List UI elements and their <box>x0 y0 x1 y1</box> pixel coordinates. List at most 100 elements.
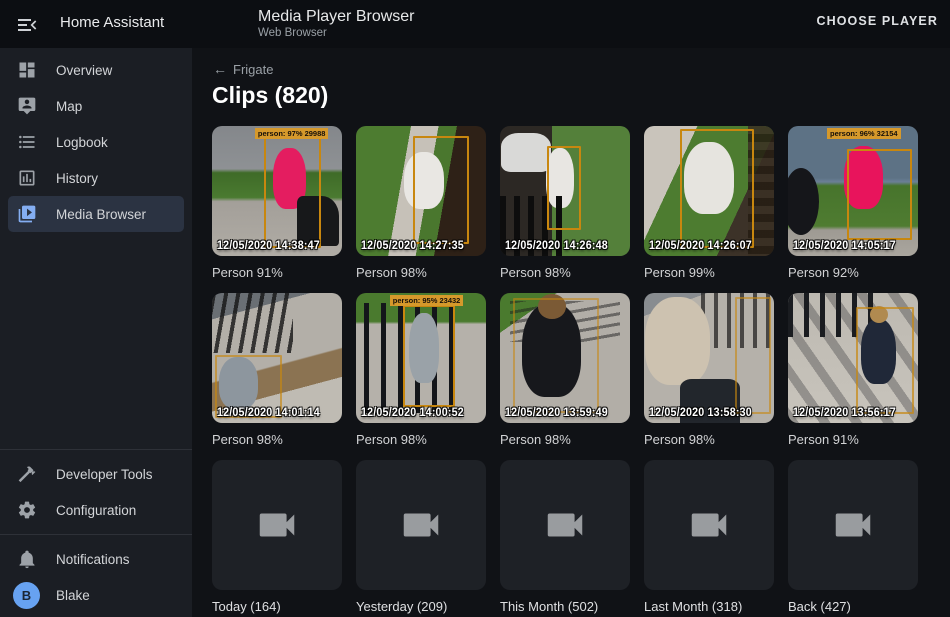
video-icon <box>830 502 876 548</box>
clip-thumbnail[interactable]: person: 96% 32154 12/05/2020 14:05:17 <box>788 126 918 256</box>
clip-timestamp: 12/05/2020 13:56:17 <box>793 407 896 419</box>
clip-thumbnail[interactable]: 12/05/2020 13:56:17 <box>788 293 918 423</box>
avatar: B <box>13 582 40 609</box>
clip-label: Person 99% <box>644 265 774 280</box>
sidebar: Overview Map Logbook History Media Brows… <box>0 48 192 617</box>
choose-player-button[interactable]: CHOOSE PLAYER <box>816 14 938 28</box>
clip-label: Person 98% <box>500 265 630 280</box>
bell-icon <box>17 549 37 569</box>
clip-card[interactable]: person: 96% 32154 12/05/2020 14:05:17 Pe… <box>788 126 918 280</box>
sidebar-item-label: Logbook <box>56 135 108 150</box>
clip-timestamp: 12/05/2020 13:59:49 <box>505 407 608 419</box>
folder-card-this-month[interactable]: This Month (502) <box>500 460 630 614</box>
clip-card[interactable]: 12/05/2020 13:59:49 Person 98% <box>500 293 630 447</box>
clip-card[interactable]: 12/05/2020 14:26:07 Person 99% <box>644 126 774 280</box>
clip-thumbnail[interactable]: person: 97% 29988 12/05/2020 14:38:47 <box>212 126 342 256</box>
person-figure <box>645 297 710 385</box>
clip-timestamp: 12/05/2020 14:26:48 <box>505 240 608 252</box>
clip-card[interactable]: 12/05/2020 14:01:14 Person 98% <box>212 293 342 447</box>
clip-thumbnail[interactable]: 12/05/2020 14:27:35 <box>356 126 486 256</box>
clip-thumbnail[interactable]: 12/05/2020 14:26:07 <box>644 126 774 256</box>
folder-thumbnail[interactable] <box>644 460 774 590</box>
list-bulleted-icon <box>17 132 37 152</box>
sidebar-item-label: Configuration <box>56 503 136 518</box>
breadcrumb-back[interactable]: ← Frigate <box>213 61 273 77</box>
clip-card[interactable]: 12/05/2020 14:26:48 Person 98% <box>500 126 630 280</box>
play-box-multiple-icon <box>17 204 37 224</box>
page-header-subtitle: Web Browser <box>258 26 415 40</box>
detection-bbox <box>403 305 455 408</box>
folder-thumbnail[interactable] <box>788 460 918 590</box>
folder-label: Yesterday (209) <box>356 599 486 614</box>
clip-label: Person 98% <box>356 265 486 280</box>
view-dashboard-icon <box>17 60 37 80</box>
sidebar-item-notifications[interactable]: Notifications <box>8 541 184 577</box>
sidebar-item-developer-tools[interactable]: Developer Tools <box>8 456 184 492</box>
account-tooltip-icon <box>17 96 37 116</box>
sidebar-item-label: Developer Tools <box>56 467 153 482</box>
folder-label: Back (427) <box>788 599 918 614</box>
clip-label: Person 91% <box>788 432 918 447</box>
clip-timestamp: 12/05/2020 13:58:30 <box>649 407 752 419</box>
menu-open-icon[interactable] <box>15 13 39 37</box>
clip-card[interactable]: 12/05/2020 13:58:30 Person 98% <box>644 293 774 447</box>
folder-thumbnail[interactable] <box>212 460 342 590</box>
folder-card-last-month[interactable]: Last Month (318) <box>644 460 774 614</box>
detection-bbox <box>856 307 915 414</box>
sidebar-item-history[interactable]: History <box>8 160 184 196</box>
sidebar-item-logbook[interactable]: Logbook <box>8 124 184 160</box>
clip-thumbnail[interactable]: 12/05/2020 13:59:49 <box>500 293 630 423</box>
folder-thumbnail[interactable] <box>500 460 630 590</box>
sidebar-item-profile[interactable]: B Blake <box>8 577 184 613</box>
app-title: Home Assistant <box>60 14 164 31</box>
clip-timestamp: 12/05/2020 14:27:35 <box>361 240 464 252</box>
chart-box-icon <box>17 168 37 188</box>
folder-card-back[interactable]: Back (427) <box>788 460 918 614</box>
clip-timestamp: 12/05/2020 14:01:14 <box>217 407 320 419</box>
detection-bbox <box>847 149 912 240</box>
back-arrow-icon: ← <box>213 61 227 77</box>
sidebar-item-label: Notifications <box>56 552 130 567</box>
video-icon <box>542 502 588 548</box>
video-icon <box>686 502 732 548</box>
clip-thumbnail[interactable]: 12/05/2020 13:58:30 <box>644 293 774 423</box>
page-header-title: Media Player Browser <box>258 7 415 26</box>
folder-label: Last Month (318) <box>644 599 774 614</box>
clip-label: Person 92% <box>788 265 918 280</box>
folder-card-yesterday[interactable]: Yesterday (209) <box>356 460 486 614</box>
clip-label: Person 98% <box>356 432 486 447</box>
clip-label: Person 91% <box>212 265 342 280</box>
clip-timestamp: 12/05/2020 14:26:07 <box>649 240 752 252</box>
clip-label: Person 98% <box>212 432 342 447</box>
clip-card[interactable]: person: 97% 29988 12/05/2020 14:38:47 Pe… <box>212 126 342 280</box>
detection-tag: person: 97% 29988 <box>255 128 329 139</box>
clip-card[interactable]: person: 95% 23432 12/05/2020 14:00:52 Pe… <box>356 293 486 447</box>
detection-bbox <box>735 297 771 414</box>
clip-card[interactable]: 12/05/2020 14:27:35 Person 98% <box>356 126 486 280</box>
clip-thumbnail[interactable]: 12/05/2020 14:26:48 <box>500 126 630 256</box>
breadcrumb-label: Frigate <box>233 62 273 77</box>
page-title: Clips (820) <box>212 82 328 109</box>
clip-label: Person 98% <box>500 432 630 447</box>
media-browser-content: ← Frigate Clips (820) person: 97% 29988 … <box>192 48 950 617</box>
sidebar-item-overview[interactable]: Overview <box>8 52 184 88</box>
folder-card-today[interactable]: Today (164) <box>212 460 342 614</box>
sidebar-item-label: Blake <box>56 588 90 603</box>
sidebar-item-label: Media Browser <box>56 207 146 222</box>
clip-thumbnail[interactable]: person: 95% 23432 12/05/2020 14:00:52 <box>356 293 486 423</box>
folder-thumbnail[interactable] <box>356 460 486 590</box>
sidebar-item-map[interactable]: Map <box>8 88 184 124</box>
clip-timestamp: 12/05/2020 14:00:52 <box>361 407 464 419</box>
sidebar-item-configuration[interactable]: Configuration <box>8 492 184 528</box>
video-icon <box>398 502 444 548</box>
sidebar-item-media-browser[interactable]: Media Browser <box>8 196 184 232</box>
gear-icon <box>17 500 37 520</box>
clip-timestamp: 12/05/2020 14:38:47 <box>217 240 320 252</box>
hammer-icon <box>17 464 37 484</box>
sidebar-item-label: Overview <box>56 63 112 78</box>
app-header: Home Assistant Media Player Browser Web … <box>0 0 950 48</box>
sidebar-item-label: Map <box>56 99 82 114</box>
clip-thumbnail[interactable]: 12/05/2020 14:01:14 <box>212 293 342 423</box>
folder-label: Today (164) <box>212 599 342 614</box>
clip-card[interactable]: 12/05/2020 13:56:17 Person 91% <box>788 293 918 447</box>
